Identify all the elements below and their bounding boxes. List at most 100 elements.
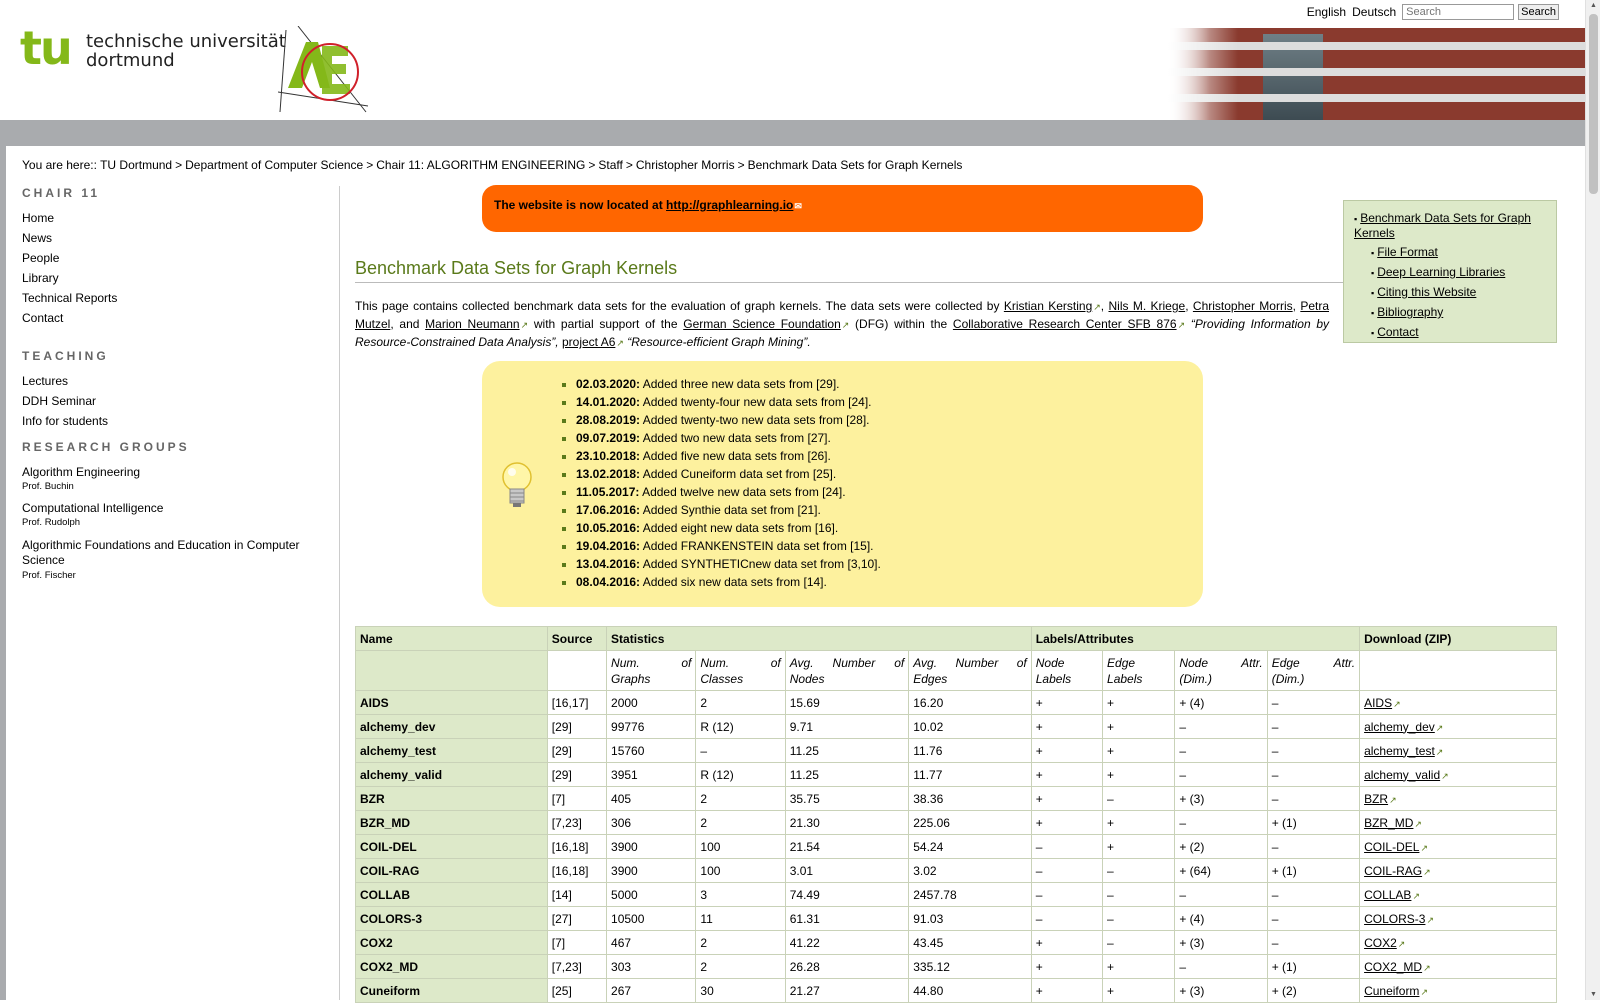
table-cell: 74.49 — [784, 882, 910, 907]
toc-bullet: ▪ — [1371, 248, 1375, 258]
toc-link-file-format[interactable]: File Format — [1377, 245, 1438, 259]
table-cell: – — [1030, 906, 1104, 931]
toc-link-contact[interactable]: Contact — [1377, 325, 1418, 339]
table-cell: 35.75 — [784, 786, 910, 811]
table-row: alchemy_valid [29] 3951 R (12) 11.25 11.77 + + –… — [355, 762, 1557, 787]
download-cell: COLLAB↗ — [1359, 882, 1557, 907]
table-cell: + (4) — [1174, 690, 1268, 715]
intro-text: This page contains collected benchmark d… — [355, 299, 1000, 313]
download-zip-link[interactable]: alchemy_valid — [1364, 768, 1440, 782]
download-zip-link[interactable]: COX2_MD — [1364, 960, 1422, 974]
breadcrumb-item[interactable]: Chair 11: ALGORITHM ENGINEERING — [376, 158, 585, 172]
sidebar-item-home[interactable]: Home — [22, 212, 332, 225]
news-date: 23.10.2018: — [576, 449, 641, 463]
download-zip-link[interactable]: COLLAB — [1364, 888, 1411, 902]
lang-english-link[interactable]: English — [1307, 5, 1346, 19]
scrollbar-thumb[interactable] — [1589, 14, 1598, 194]
table-cell: – — [1102, 930, 1176, 955]
dfg-link[interactable]: German Science Foundation — [683, 317, 841, 331]
table-cell: [7] — [546, 930, 608, 955]
tu-dortmund-logo[interactable]: tu technische universität dortmund — [20, 25, 286, 71]
news-date: 13.04.2016: — [576, 557, 641, 571]
table-row: alchemy_dev [29] 99776 R (12) 9.71 10.02 + + – – a… — [355, 714, 1557, 739]
toc-link-deep-learning[interactable]: Deep Learning Libraries — [1377, 265, 1505, 279]
intro-text: (DFG) within the — [855, 317, 948, 331]
sidebar-item-algorithmic-foundations[interactable]: Algorithmic Foundations and Education in… — [22, 538, 332, 568]
author-link-morris[interactable]: Christopher Morris — [1193, 299, 1293, 313]
table-cell: + (3) — [1174, 786, 1268, 811]
sidebar-item-people[interactable]: People — [22, 252, 332, 265]
sidebar-item-info-students[interactable]: Info for students — [22, 415, 332, 428]
banner-link[interactable]: http://graphlearning.io — [666, 198, 793, 212]
download-zip-link[interactable]: AIDS — [1364, 696, 1392, 710]
sidebar-item-library[interactable]: Library — [22, 272, 332, 285]
download-cell: COIL-DEL↗ — [1359, 834, 1557, 859]
news-date: 17.06.2016: — [576, 503, 641, 517]
table-cell: + — [1030, 930, 1104, 955]
sidebar-item-news[interactable]: News — [22, 232, 332, 245]
download-zip-link[interactable]: COLORS-3 — [1364, 912, 1425, 926]
toc-link-citing[interactable]: Citing this Website — [1377, 285, 1476, 299]
toc-item: ▪ Citing this Website — [1354, 285, 1546, 300]
sidebar-item-computational-intelligence[interactable]: Computational Intelligence — [22, 502, 332, 515]
table-cell: 2 — [695, 930, 786, 955]
dataset-name-cell: alchemy_valid — [355, 762, 548, 787]
lightbulb-icon — [502, 462, 532, 507]
news-item: 14.01.2020: Added twenty-four new data s… — [576, 393, 881, 411]
breadcrumb-item[interactable]: TU Dortmund — [100, 158, 172, 172]
breadcrumb-current: Benchmark Data Sets for Graph Kernels — [747, 158, 963, 172]
download-zip-link[interactable]: BZR — [1364, 792, 1388, 806]
table-cell: 100 — [695, 858, 786, 883]
toc-link-bibliography[interactable]: Bibliography — [1377, 305, 1443, 319]
table-cell: 61.31 — [784, 906, 910, 931]
table-row: COLORS-3 [27] 10500 11 61.31 91.03– – + (4) – COL… — [355, 906, 1557, 931]
vertical-scrollbar[interactable]: ▲ ▼ — [1585, 0, 1600, 1000]
table-cell: – — [1174, 810, 1268, 835]
news-item: 09.07.2019: Added two new data sets from… — [576, 429, 881, 447]
table-cell: + — [1102, 834, 1176, 859]
sidebar-item-algorithm-engineering[interactable]: Algorithm Engineering — [22, 466, 332, 479]
table-cell: 467 — [606, 930, 697, 955]
table-cell: 15.69 — [784, 690, 910, 715]
scroll-down-arrow-icon[interactable]: ▼ — [1590, 991, 1597, 998]
download-zip-link[interactable]: alchemy_test — [1364, 744, 1435, 758]
breadcrumb-item[interactable]: Staff — [598, 158, 622, 172]
project-link[interactable]: project A6 — [562, 335, 615, 349]
table-cell: – — [1102, 858, 1176, 883]
intro-text: “Resource-efficient Graph Mining”. — [627, 335, 811, 349]
table-cell: – — [1266, 834, 1361, 859]
table-cell: + — [1030, 954, 1104, 979]
download-zip-link[interactable]: COX2 — [1364, 936, 1397, 950]
breadcrumb-separator: > — [175, 158, 183, 172]
scroll-up-arrow-icon[interactable]: ▲ — [1590, 2, 1597, 9]
author-link-neumann[interactable]: Marion Neumann — [425, 317, 519, 331]
download-zip-link[interactable]: alchemy_dev — [1364, 720, 1435, 734]
author-link-kriege[interactable]: Nils M. Kriege — [1108, 299, 1185, 313]
table-cell: [29] — [546, 738, 608, 763]
download-zip-link[interactable]: COIL-DEL — [1364, 840, 1419, 854]
crc-link[interactable]: Collaborative Research Center SFB 876 — [953, 317, 1177, 331]
download-zip-link[interactable]: COIL-RAG — [1364, 864, 1422, 878]
photo-fade — [1168, 28, 1238, 120]
download-zip-link[interactable]: BZR_MD — [1364, 816, 1413, 830]
sidebar-item-ddh-seminar[interactable]: DDH Seminar — [22, 395, 332, 408]
sidebar-item-technical-reports[interactable]: Technical Reports — [22, 292, 332, 305]
sidebar-item-lectures[interactable]: Lectures — [22, 375, 332, 388]
table-cell: – — [1266, 738, 1361, 763]
download-zip-link[interactable]: Cuneiform — [1364, 984, 1419, 998]
sidebar-heading-chair: Chair 11 — [22, 186, 101, 200]
download-cell: BZR↗ — [1359, 786, 1557, 811]
lang-deutsch-link[interactable]: Deutsch — [1352, 5, 1396, 19]
tu-logo-line2: dortmund — [86, 50, 175, 71]
author-link-kersting[interactable]: Kristian Kersting — [1004, 299, 1092, 313]
ae-chair-logo[interactable] — [278, 26, 370, 114]
table-cell: 91.03 — [908, 906, 1032, 931]
breadcrumb-item[interactable]: Department of Computer Science — [185, 158, 363, 172]
toc-item: ▪ File Format — [1354, 245, 1546, 260]
search-input[interactable] — [1402, 4, 1515, 20]
toc-link-main[interactable]: Benchmark Data Sets for Graph Kernels — [1354, 211, 1531, 240]
sidebar-item-contact[interactable]: Contact — [22, 312, 332, 325]
search-button[interactable]: Search — [1518, 4, 1559, 20]
header-gray-bar — [6, 120, 1585, 146]
breadcrumb-item[interactable]: Christopher Morris — [636, 158, 735, 172]
